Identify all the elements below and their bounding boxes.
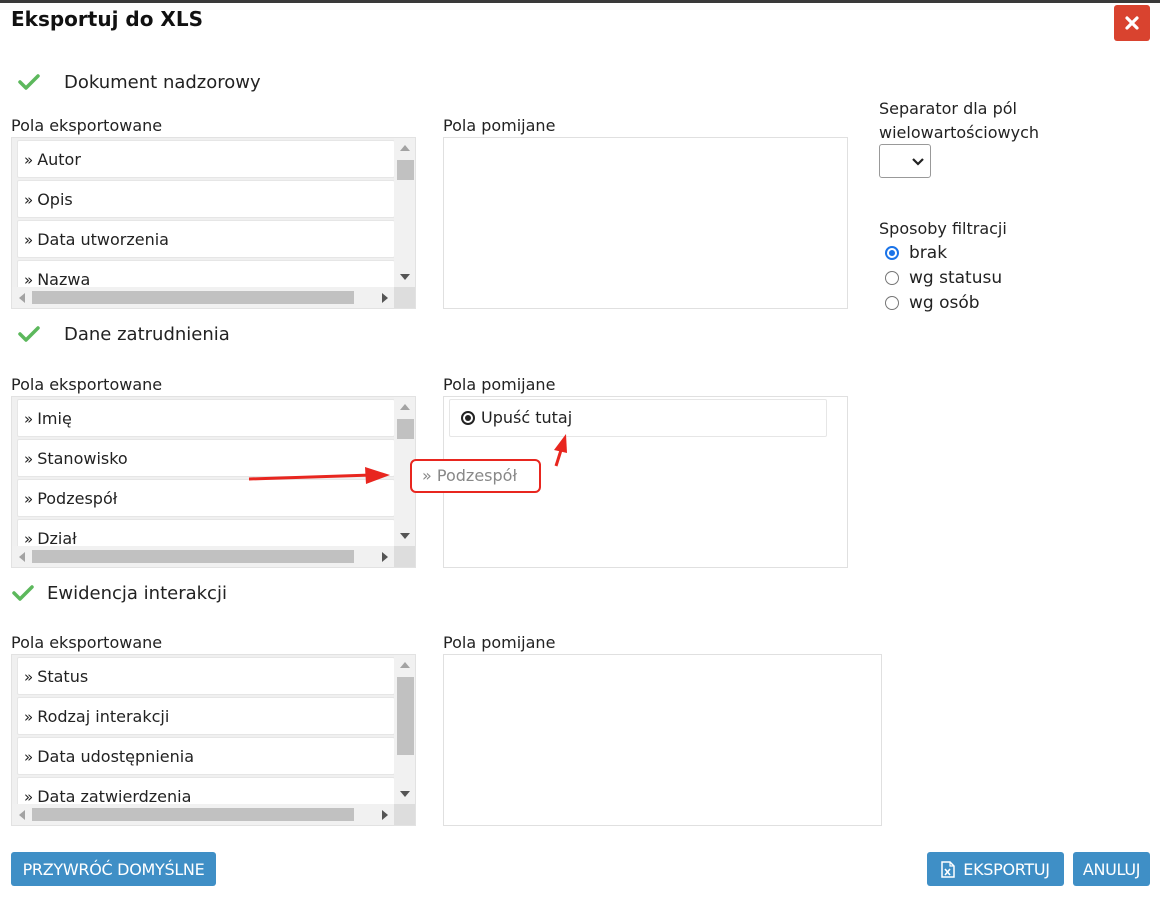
horizontal-scrollbar[interactable]	[12, 546, 395, 567]
list-item[interactable]: » Autor	[17, 140, 395, 178]
radio-button[interactable]	[885, 246, 899, 260]
section-header-ewidencja: Ewidencja interakcji	[12, 583, 227, 604]
double-chevron-icon: »	[24, 788, 34, 805]
exported-fields-label: Pola eksportowane	[11, 116, 163, 135]
list-item[interactable]: » Data udostępnienia	[17, 737, 395, 775]
list-item[interactable]: » Data utworzenia	[17, 220, 395, 258]
double-chevron-icon: »	[24, 191, 34, 209]
check-icon	[18, 73, 42, 93]
scroll-down-arrow-icon[interactable]	[400, 791, 410, 797]
double-chevron-icon: »	[24, 530, 34, 547]
scroll-left-arrow-icon[interactable]	[19, 810, 25, 820]
double-chevron-icon: »	[24, 490, 34, 508]
list-item[interactable]: » Imię	[17, 399, 395, 437]
scroll-down-arrow-icon[interactable]	[400, 533, 410, 539]
scroll-right-arrow-icon[interactable]	[382, 552, 388, 562]
radio-button[interactable]	[885, 296, 899, 310]
dragged-item[interactable]: » Podzespół	[410, 459, 541, 493]
double-chevron-icon: »	[24, 708, 34, 726]
filter-option-brak[interactable]: brak	[877, 243, 947, 263]
list-item[interactable]: » Podzespół	[17, 479, 395, 517]
skipped-fields-list[interactable]	[443, 137, 848, 309]
list-item[interactable]: » Nazwa	[17, 260, 395, 288]
list-item[interactable]: » Rodzaj interakcji	[17, 697, 395, 735]
close-icon	[1125, 16, 1139, 30]
exported-fields-label: Pola eksportowane	[11, 375, 163, 394]
scroll-thumb[interactable]	[397, 160, 414, 180]
double-chevron-icon: »	[24, 748, 34, 766]
scroll-thumb[interactable]	[32, 808, 354, 821]
list-item[interactable]: » Data zatwierdzenia	[17, 777, 395, 805]
skipped-fields-list[interactable]	[443, 654, 882, 826]
dialog-title: Eksportuj do XLS	[11, 7, 203, 31]
skipped-fields-label: Pola pomijane	[443, 633, 556, 652]
double-chevron-icon: »	[24, 231, 34, 249]
scroll-left-arrow-icon[interactable]	[19, 293, 25, 303]
skipped-fields-label: Pola pomijane	[443, 116, 556, 135]
check-icon	[18, 325, 42, 345]
dialog-top-border	[0, 0, 1160, 3]
double-chevron-icon: »	[24, 410, 34, 428]
scrollbar-corner	[394, 546, 415, 567]
scroll-up-arrow-icon[interactable]	[400, 404, 410, 410]
target-icon	[461, 411, 475, 425]
vertical-scrollbar[interactable]	[394, 655, 415, 805]
exported-fields-label: Pola eksportowane	[11, 633, 163, 652]
scrollbar-corner	[394, 804, 415, 825]
filter-methods-label: Sposoby filtracji	[879, 219, 1007, 238]
scrollbar-corner	[394, 287, 415, 308]
exported-fields-list[interactable]: » Autor » Opis » Data utworzenia » Nazwa	[11, 137, 416, 309]
cancel-button[interactable]: ANULUJ	[1073, 852, 1150, 886]
separator-select[interactable]	[879, 144, 931, 178]
horizontal-scrollbar[interactable]	[12, 287, 395, 308]
section-title: Dokument nadzorowy	[64, 72, 261, 93]
list-item[interactable]: » Status	[17, 657, 395, 695]
scroll-thumb[interactable]	[397, 677, 414, 755]
double-chevron-icon: »	[24, 151, 34, 169]
section-title: Dane zatrudnienia	[64, 324, 230, 345]
exported-fields-list[interactable]: » Imię » Stanowisko » Podzespół » Dział	[11, 396, 416, 568]
radio-button[interactable]	[885, 271, 899, 285]
restore-defaults-button[interactable]: PRZYWRÓĆ DOMYŚLNE	[11, 852, 216, 886]
double-chevron-icon: »	[422, 466, 432, 485]
chevron-down-icon	[912, 158, 924, 166]
double-chevron-icon: »	[24, 271, 34, 288]
check-icon	[12, 584, 36, 604]
scroll-left-arrow-icon[interactable]	[19, 552, 25, 562]
scroll-thumb[interactable]	[32, 550, 354, 563]
scroll-right-arrow-icon[interactable]	[382, 293, 388, 303]
scroll-down-arrow-icon[interactable]	[400, 274, 410, 280]
scroll-up-arrow-icon[interactable]	[400, 662, 410, 668]
export-button[interactable]: EKSPORTUJ	[927, 852, 1064, 886]
filter-option-status[interactable]: wg statusu	[877, 268, 1002, 288]
double-chevron-icon: »	[24, 668, 34, 686]
list-item[interactable]: » Dział	[17, 519, 395, 547]
separator-label: Separator dla pól wielowartościowych	[879, 99, 1039, 142]
scroll-thumb[interactable]	[397, 419, 414, 439]
list-item[interactable]: » Stanowisko	[17, 439, 395, 477]
vertical-scrollbar[interactable]	[394, 138, 415, 288]
scroll-right-arrow-icon[interactable]	[382, 810, 388, 820]
horizontal-scrollbar[interactable]	[12, 804, 395, 825]
scroll-thumb[interactable]	[32, 291, 354, 304]
section-header-zatrudnienie: Dane zatrudnienia	[18, 324, 230, 345]
skipped-fields-label: Pola pomijane	[443, 375, 556, 394]
section-header-dokument: Dokument nadzorowy	[18, 72, 261, 93]
drop-placeholder[interactable]: Upuść tutaj	[449, 399, 827, 437]
exported-fields-list[interactable]: » Status » Rodzaj interakcji » Data udostęp…	[11, 654, 416, 826]
section-title: Ewidencja interakcji	[47, 583, 227, 604]
scroll-up-arrow-icon[interactable]	[400, 145, 410, 151]
filter-option-osoby[interactable]: wg osób	[877, 293, 980, 313]
double-chevron-icon: »	[24, 450, 34, 468]
close-button[interactable]	[1114, 5, 1150, 41]
excel-file-icon	[941, 860, 956, 878]
list-item[interactable]: » Opis	[17, 180, 395, 218]
